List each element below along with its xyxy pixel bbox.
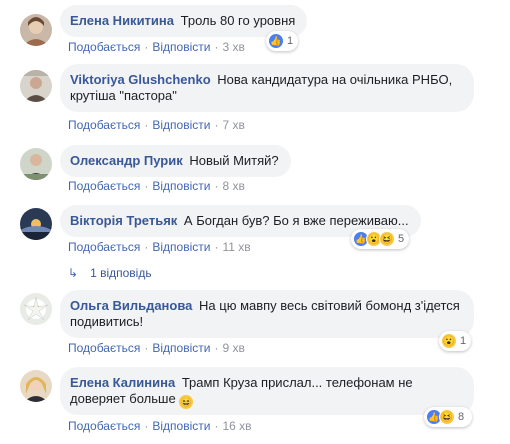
- comment-time[interactable]: 16 хв: [222, 419, 251, 433]
- comment-time[interactable]: 3 хв: [222, 40, 244, 54]
- comment-actions: Подобається · Відповісти · 16 хв: [68, 419, 252, 433]
- reply-link[interactable]: Відповісти: [152, 240, 210, 254]
- view-replies-link[interactable]: ↳ 1 відповідь: [68, 266, 152, 280]
- avatar[interactable]: [20, 370, 52, 402]
- comment-time[interactable]: 9 хв: [222, 341, 244, 355]
- like-link[interactable]: Подобається: [68, 240, 140, 254]
- like-link[interactable]: Подобається: [68, 341, 140, 355]
- reaction-count: 1: [287, 35, 294, 47]
- comment-actions: Подобається · Відповісти · 11 хв: [68, 240, 251, 254]
- avatar[interactable]: [20, 293, 52, 325]
- reply-link[interactable]: Відповісти: [152, 341, 210, 355]
- reply-link[interactable]: Відповісти: [152, 419, 210, 433]
- avatar[interactable]: [20, 208, 52, 240]
- avatar[interactable]: [20, 70, 52, 102]
- like-link[interactable]: Подобається: [68, 419, 140, 433]
- comment-text: Новый Митяй?: [189, 153, 279, 168]
- haha-icon: 😆: [379, 231, 395, 247]
- comment-author[interactable]: Олександр Пурик: [70, 153, 183, 168]
- avatar[interactable]: [20, 148, 52, 180]
- comment-author[interactable]: Ольга Вильданова: [70, 298, 192, 313]
- reaction-summary[interactable]: 👍 1: [266, 31, 298, 51]
- comment-bubble: Viktoriya Glushchenko Нова кандидатура н…: [60, 64, 474, 112]
- wow-icon: 😮: [441, 333, 457, 349]
- comment-author[interactable]: Елена Никитина: [70, 13, 174, 28]
- reaction-summary[interactable]: 😮 1: [439, 331, 471, 351]
- reply-link[interactable]: Відповісти: [152, 118, 210, 132]
- reaction-count: 8: [458, 411, 465, 423]
- comment-author[interactable]: Viktoriya Glushchenko: [70, 72, 211, 87]
- comment-author[interactable]: Вікторія Третьяк: [70, 213, 177, 228]
- comment-text: А Богдан був? Бо я вже переживаю...: [183, 213, 409, 228]
- comment-author[interactable]: Елена Калинина: [70, 375, 175, 390]
- comment-bubble: Ольга Вильданова На цю мавпу весь світов…: [60, 290, 474, 338]
- reaction-count: 5: [398, 233, 405, 245]
- comment-bubble: Олександр Пурик Новый Митяй?: [60, 145, 291, 177]
- haha-icon: 😆: [439, 409, 455, 425]
- comment-actions: Подобається · Відповісти · 8 хв: [68, 179, 245, 193]
- replies-count[interactable]: 1 відповідь: [90, 266, 152, 280]
- comment-actions: Подобається · Відповісти · 3 хв: [68, 40, 245, 54]
- like-icon: 👍: [268, 33, 284, 49]
- laughing-emoji-icon: 😆: [179, 395, 194, 409]
- reply-arrow-icon: ↳: [68, 266, 79, 280]
- reaction-summary[interactable]: 👍 😮 😆 5: [351, 229, 409, 249]
- comment-text: Троль 80 го уровня: [180, 13, 296, 28]
- reaction-count: 1: [460, 335, 467, 347]
- comment-bubble: Елена Калинина Трамп Круза прислал... те…: [60, 367, 474, 415]
- comment-actions: Подобається · Відповісти · 9 хв: [68, 341, 245, 355]
- comment-actions: Подобається · Відповісти · 7 хв: [68, 118, 245, 132]
- reply-link[interactable]: Відповісти: [152, 40, 210, 54]
- reply-link[interactable]: Відповісти: [152, 179, 210, 193]
- like-link[interactable]: Подобається: [68, 40, 140, 54]
- comment-time[interactable]: 8 хв: [222, 179, 244, 193]
- avatar[interactable]: [20, 14, 52, 46]
- like-link[interactable]: Подобається: [68, 179, 140, 193]
- comment-time[interactable]: 11 хв: [222, 240, 250, 254]
- reaction-summary[interactable]: 👍 😆 8: [424, 407, 472, 427]
- comment-time[interactable]: 7 хв: [222, 118, 244, 132]
- like-link[interactable]: Подобається: [68, 118, 140, 132]
